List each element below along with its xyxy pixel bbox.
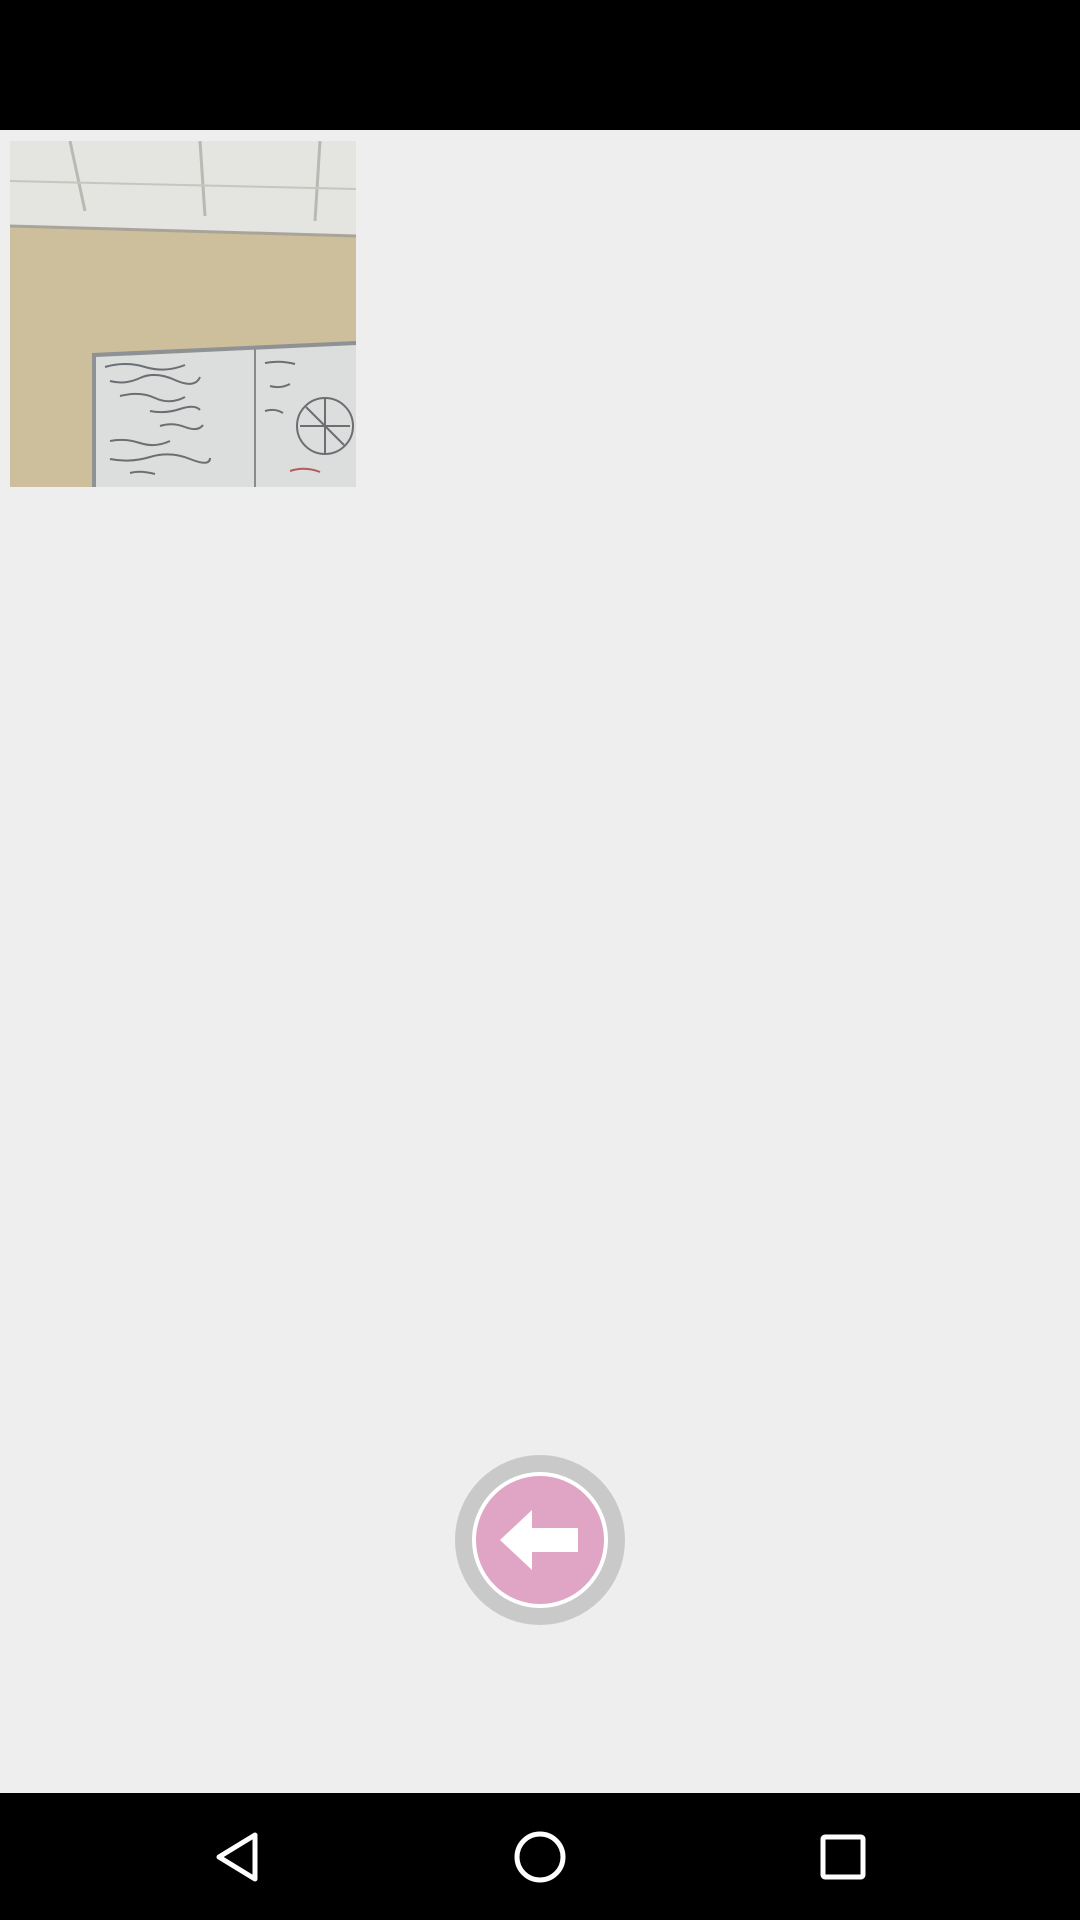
navigation-bar xyxy=(0,1793,1080,1920)
status-bar xyxy=(0,0,1080,130)
circle-home-icon xyxy=(514,1831,566,1882)
back-button[interactable] xyxy=(455,1455,625,1625)
nav-recents-button[interactable] xyxy=(743,1793,943,1920)
triangle-back-icon xyxy=(216,1832,258,1881)
square-recents-icon xyxy=(820,1834,866,1879)
nav-back-button[interactable] xyxy=(137,1793,337,1920)
photo-thumbnail[interactable] xyxy=(10,141,356,487)
content-area xyxy=(0,130,1080,1793)
back-button-circle xyxy=(472,1472,608,1608)
nav-home-button[interactable] xyxy=(440,1793,640,1920)
arrow-left-icon xyxy=(500,1510,578,1570)
screen xyxy=(0,0,1080,1920)
